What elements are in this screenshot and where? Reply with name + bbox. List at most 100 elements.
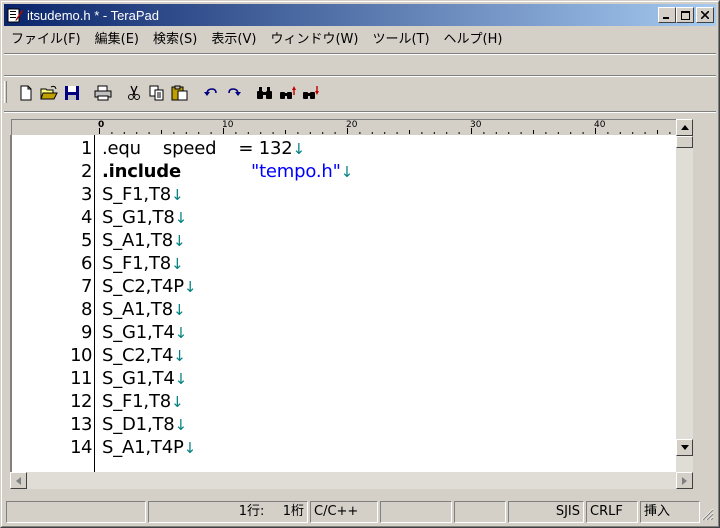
editor-line[interactable]: 10 S_C2,T4↓ bbox=[12, 345, 672, 366]
resize-grip-icon[interactable] bbox=[700, 507, 714, 521]
code-text: S_A1,T4P↓ bbox=[102, 437, 196, 459]
code-content: S_G1,T4 bbox=[102, 368, 175, 389]
editor-line[interactable]: 7 S_C2,T4P↓ bbox=[12, 276, 672, 297]
menu-help[interactable]: ヘルプ(H) bbox=[437, 30, 510, 50]
newline-mark: ↓ bbox=[172, 232, 186, 250]
code-content: S_G1,T8 bbox=[102, 207, 175, 228]
redo-button[interactable] bbox=[222, 82, 245, 104]
title-bar[interactable]: itsudemo.h * - TeraPad bbox=[4, 4, 716, 26]
undo-button[interactable] bbox=[199, 82, 222, 104]
ruler-tick bbox=[533, 130, 534, 134]
editor-line[interactable]: 12 S_F1,T8↓ bbox=[12, 391, 672, 412]
arrow-left-icon bbox=[16, 476, 21, 485]
ruler-tick bbox=[322, 132, 324, 134]
line-number: 1 bbox=[81, 138, 92, 159]
ruler-tick bbox=[384, 132, 386, 134]
line-number: 2 bbox=[81, 161, 92, 182]
ruler-mark-20: 20 bbox=[346, 120, 358, 130]
open-file-button[interactable] bbox=[37, 82, 60, 104]
find-button[interactable] bbox=[253, 82, 276, 104]
scroll-up-button[interactable] bbox=[676, 119, 693, 136]
editor-line[interactable]: 9 S_G1,T4↓ bbox=[12, 322, 672, 343]
horizontal-scrollbar[interactable] bbox=[10, 472, 693, 489]
ruler-tick bbox=[657, 130, 658, 134]
ruler-tick bbox=[161, 130, 162, 134]
code-content: S_A1,T8 bbox=[102, 230, 173, 251]
editor-line[interactable]: 2 .include "tempo.h"↓ bbox=[12, 161, 672, 182]
editor-line[interactable]: 3 S_F1,T8↓ bbox=[12, 184, 672, 205]
menu-edit[interactable]: 編集(E) bbox=[88, 30, 146, 50]
code-text: S_C2,T4↓ bbox=[102, 345, 186, 367]
code-text: S_C2,T4P↓ bbox=[102, 276, 196, 298]
line-number: 8 bbox=[81, 299, 92, 320]
copy-button[interactable] bbox=[145, 82, 168, 104]
editor-line[interactable]: 8 S_A1,T8↓ bbox=[12, 299, 672, 320]
code-content: S_C2,T4P bbox=[102, 276, 184, 297]
ruler-tick bbox=[396, 132, 398, 134]
status-column: 1桁 bbox=[282, 504, 304, 519]
status-panel-blank bbox=[6, 501, 146, 523]
ruler-tick bbox=[359, 132, 361, 134]
menu-window[interactable]: ウィンドウ(W) bbox=[263, 30, 365, 50]
status-mode[interactable]: C/C++ bbox=[310, 501, 378, 523]
status-encoding[interactable]: SJIS bbox=[508, 501, 584, 523]
copy-icon bbox=[149, 85, 163, 101]
save-button[interactable] bbox=[60, 82, 83, 104]
vertical-scrollbar[interactable] bbox=[676, 119, 693, 472]
line-number: 12 bbox=[70, 391, 92, 412]
arrow-right-icon bbox=[682, 476, 687, 485]
newline-mark: ↓ bbox=[174, 209, 188, 227]
menu-file[interactable]: ファイル(F) bbox=[4, 30, 88, 50]
status-insert-mode[interactable]: 挿入 bbox=[640, 501, 700, 523]
cut-button[interactable] bbox=[122, 82, 145, 104]
editor-line[interactable]: 4 S_G1,T8↓ bbox=[12, 207, 672, 228]
menu-search[interactable]: 検索(S) bbox=[146, 30, 204, 50]
editor-line[interactable]: 13 S_D1,T8↓ bbox=[12, 414, 672, 435]
text-editor[interactable]: 1 .equ speed = 132↓ 2 .include "tempo.h"↓ 3 S_… bbox=[10, 135, 676, 472]
maximize-button[interactable] bbox=[676, 7, 694, 23]
minimize-button[interactable] bbox=[658, 7, 676, 23]
print-button[interactable] bbox=[91, 82, 114, 104]
editor-line[interactable]: 11 S_G1,T4↓ bbox=[12, 368, 672, 389]
ruler-tick bbox=[446, 132, 448, 134]
close-button[interactable] bbox=[696, 7, 714, 23]
toolbar-bottom-separator bbox=[4, 111, 716, 113]
newline-mark: ↓ bbox=[174, 370, 188, 388]
line-number: 6 bbox=[81, 253, 92, 274]
ruler-tick bbox=[185, 132, 187, 134]
ruler-tick bbox=[272, 132, 274, 134]
find-prev-button[interactable] bbox=[276, 82, 299, 104]
editor-line[interactable]: 5 S_A1,T8↓ bbox=[12, 230, 672, 251]
line-number: 5 bbox=[81, 230, 92, 251]
scroll-down-button[interactable] bbox=[676, 439, 693, 456]
paste-button[interactable] bbox=[168, 82, 191, 104]
ruler-tick bbox=[570, 132, 572, 134]
new-file-button[interactable] bbox=[14, 82, 37, 104]
scroll-left-button[interactable] bbox=[10, 472, 27, 489]
newline-mark: ↓ bbox=[174, 324, 188, 342]
menu-bar: ファイル(F) 編集(E) 検索(S) 表示(V) ウィンドウ(W) ツール(T… bbox=[4, 28, 716, 52]
maximize-icon bbox=[680, 10, 690, 20]
find-next-button[interactable] bbox=[299, 82, 322, 104]
status-line-ending[interactable]: CRLF bbox=[586, 501, 638, 523]
ruler-mark-40: 40 bbox=[594, 120, 606, 130]
editor-line[interactable]: 1 .equ speed = 132↓ bbox=[12, 138, 672, 159]
code-text: S_A1,T8↓ bbox=[102, 299, 186, 321]
menu-tools[interactable]: ツール(T) bbox=[365, 30, 436, 50]
editor-line[interactable]: 6 S_F1,T8↓ bbox=[12, 253, 672, 274]
code-text: S_G1,T4↓ bbox=[102, 368, 187, 390]
status-panel-empty-1 bbox=[380, 501, 452, 523]
terapad-app-icon[interactable] bbox=[7, 7, 23, 23]
editor-line[interactable]: 14 S_A1,T4P↓ bbox=[12, 437, 672, 458]
scroll-right-button[interactable] bbox=[676, 472, 693, 489]
ruler-tick bbox=[582, 132, 584, 134]
ruler-tick bbox=[309, 132, 311, 134]
ruler-tick bbox=[545, 132, 547, 134]
ruler-tick bbox=[371, 132, 373, 134]
vertical-scroll-thumb[interactable] bbox=[676, 136, 693, 148]
line-number: 9 bbox=[81, 322, 92, 343]
menu-view[interactable]: 表示(V) bbox=[204, 30, 263, 50]
ruler-tick bbox=[247, 132, 249, 134]
close-icon bbox=[701, 11, 709, 19]
ruler-tick bbox=[495, 132, 497, 134]
